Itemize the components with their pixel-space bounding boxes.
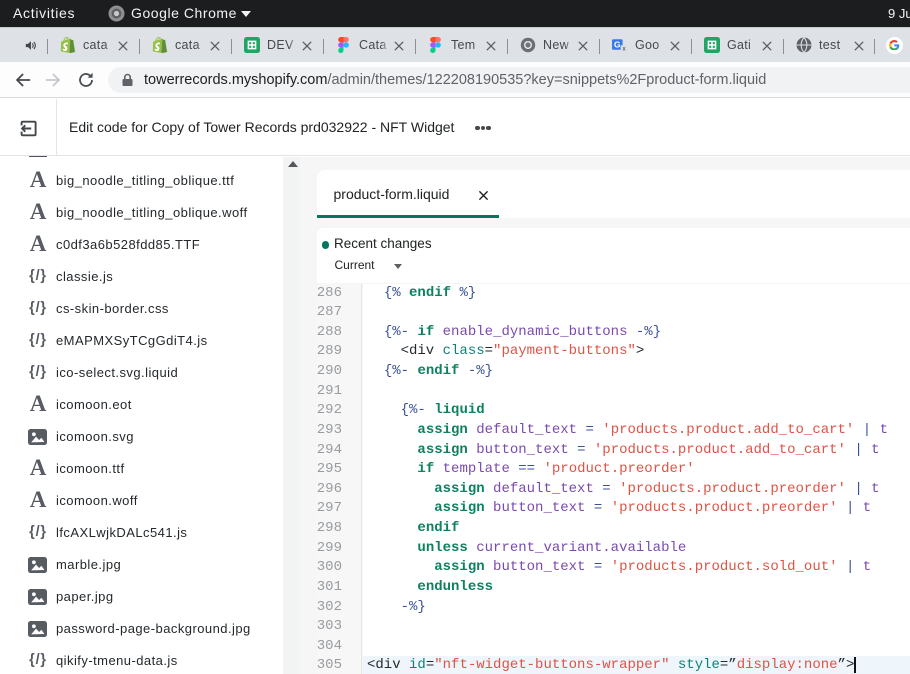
svg-text:G: G	[614, 39, 621, 49]
